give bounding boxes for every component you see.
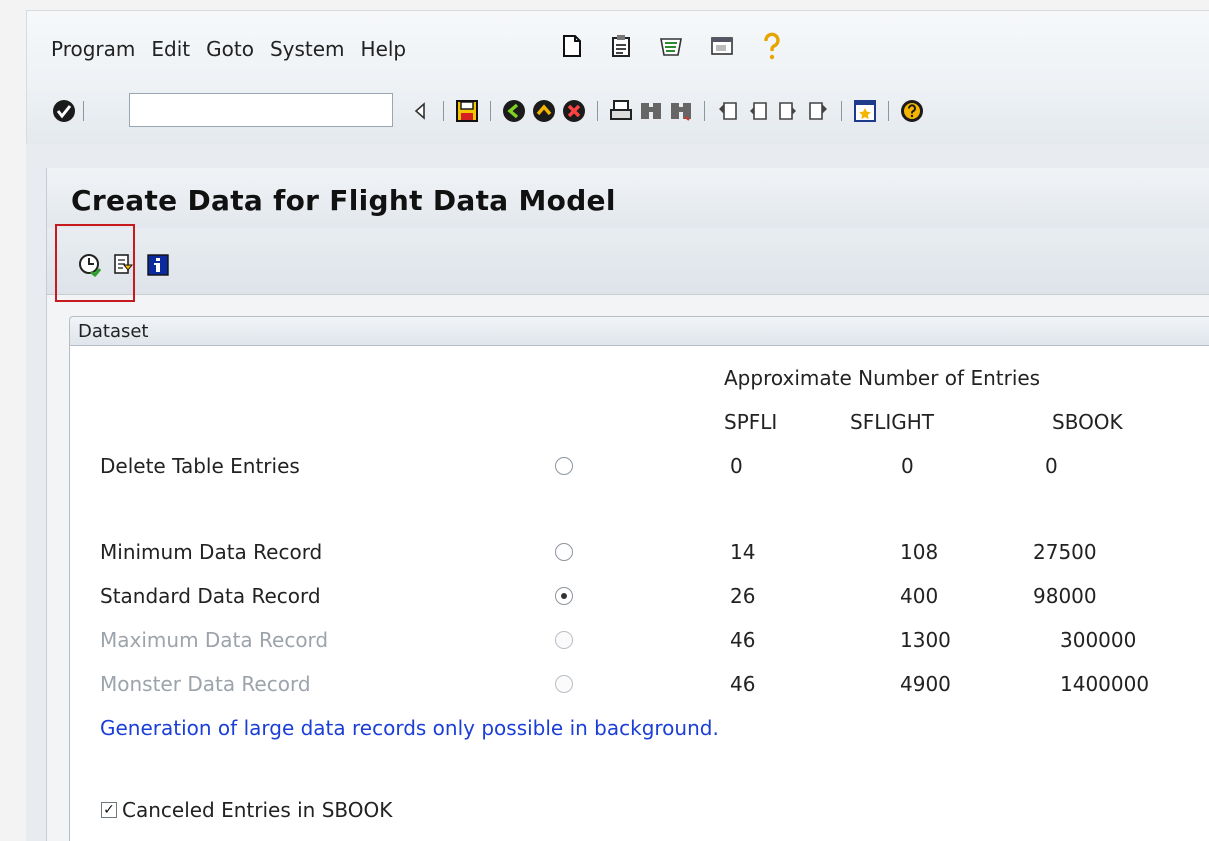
- spfli-value: 46: [730, 628, 756, 652]
- option-label: Monster Data Record: [100, 672, 311, 696]
- sflight-value: 400: [900, 584, 939, 608]
- help-icon[interactable]: [759, 32, 785, 60]
- toolbar-right: [407, 98, 925, 124]
- previous-page-icon[interactable]: [745, 98, 771, 124]
- canceled-entries-checkbox[interactable]: ✓: [101, 802, 117, 818]
- radio-standard-data-record[interactable]: [555, 587, 573, 605]
- option-label: Delete Table Entries: [100, 454, 300, 478]
- next-page-icon[interactable]: [775, 98, 801, 124]
- option-label: Standard Data Record: [100, 584, 321, 608]
- find-next-icon[interactable]: [668, 98, 694, 124]
- information-icon[interactable]: [145, 252, 171, 278]
- radio-delete-table-entries[interactable]: [555, 457, 573, 475]
- execute-icon[interactable]: [77, 252, 103, 278]
- sflight-value: 0: [901, 454, 914, 478]
- menu-items: Program Edit Goto System Help: [51, 37, 406, 61]
- window-top-edge: [0, 0, 1209, 10]
- column-spfli: SPFLI: [724, 410, 778, 434]
- sflight-value: 1300: [900, 628, 951, 652]
- exit-icon[interactable]: [531, 98, 557, 124]
- sflight-value: 108: [900, 540, 939, 564]
- entries-header: Approximate Number of Entries: [724, 366, 1041, 390]
- menu-bar: Program Edit Goto System Help: [26, 10, 1209, 85]
- command-field[interactable]: [129, 93, 393, 127]
- customize-layout-icon[interactable]: [852, 98, 878, 124]
- layout-menu-icon[interactable]: [659, 33, 685, 59]
- option-label: Maximum Data Record: [100, 628, 329, 652]
- spfli-value: 46: [730, 672, 756, 696]
- application-toolbar-icons: [77, 252, 171, 278]
- toolbar-separator: [443, 101, 444, 121]
- command-arrow-icon[interactable]: [407, 98, 433, 124]
- toolbar-separator: [704, 101, 705, 121]
- sbook-value: 0: [1045, 454, 1058, 478]
- toolbar-separator: [83, 101, 84, 121]
- print-icon[interactable]: [608, 98, 634, 124]
- page-title: Create Data for Flight Data Model: [71, 184, 616, 217]
- sbook-value: 27500: [1033, 540, 1097, 564]
- enter-icon[interactable]: [51, 98, 77, 124]
- spfli-value: 0: [730, 454, 743, 478]
- find-icon[interactable]: [638, 98, 664, 124]
- back-icon[interactable]: [501, 98, 527, 124]
- menu-help[interactable]: Help: [361, 37, 407, 61]
- save-icon[interactable]: [454, 98, 480, 124]
- help-icon[interactable]: [899, 98, 925, 124]
- radio-maximum-data-record[interactable]: [555, 631, 573, 649]
- toolbar-left: [51, 98, 90, 124]
- last-page-icon[interactable]: [805, 98, 831, 124]
- sflight-value: 4900: [900, 672, 951, 696]
- column-sbook: SBOOK: [1052, 410, 1123, 434]
- sbook-value: 98000: [1033, 584, 1097, 608]
- canceled-entries-label: Canceled Entries in SBOOK: [122, 798, 393, 822]
- toolbar-separator: [490, 101, 491, 121]
- new-session-icon[interactable]: [559, 33, 585, 59]
- menu-edit[interactable]: Edit: [151, 37, 190, 61]
- radio-monster-data-record[interactable]: [555, 675, 573, 693]
- main-content: Create Data for Flight Data Model Datase…: [46, 168, 1209, 841]
- spfli-value: 26: [730, 584, 756, 608]
- window-icon[interactable]: [709, 33, 735, 59]
- standard-toolbar: [26, 84, 1209, 144]
- dataset-group-label: Dataset: [78, 321, 149, 342]
- cancel-icon[interactable]: [561, 98, 587, 124]
- toolbar-separator: [888, 101, 889, 121]
- toolbar-separator: [841, 101, 842, 121]
- first-page-icon[interactable]: [715, 98, 741, 124]
- menubar-icons: [559, 32, 785, 60]
- background-note: Generation of large data records only po…: [100, 716, 719, 740]
- column-sflight: SFLIGHT: [850, 410, 934, 434]
- spfli-value: 14: [730, 540, 756, 564]
- dataset-panel: Approximate Number of Entries SPFLI SFLI…: [69, 346, 1209, 841]
- title-bar: Create Data for Flight Data Model: [47, 168, 1209, 229]
- menu-goto[interactable]: Goto: [206, 37, 254, 61]
- dataset-group-header: Dataset: [69, 316, 1209, 346]
- menu-program[interactable]: Program: [51, 37, 135, 61]
- radio-minimum-data-record[interactable]: [555, 543, 573, 561]
- application-toolbar: [47, 224, 1209, 302]
- menu-system[interactable]: System: [270, 37, 345, 61]
- program-documentation-icon[interactable]: [111, 252, 137, 278]
- option-label: Minimum Data Record: [100, 540, 323, 564]
- sbook-value: 1400000: [1060, 672, 1150, 696]
- window-left-edge: [0, 0, 26, 841]
- shortcut-icon[interactable]: [609, 33, 635, 59]
- sbook-value: 300000: [1060, 628, 1137, 652]
- toolbar-separator: [597, 101, 598, 121]
